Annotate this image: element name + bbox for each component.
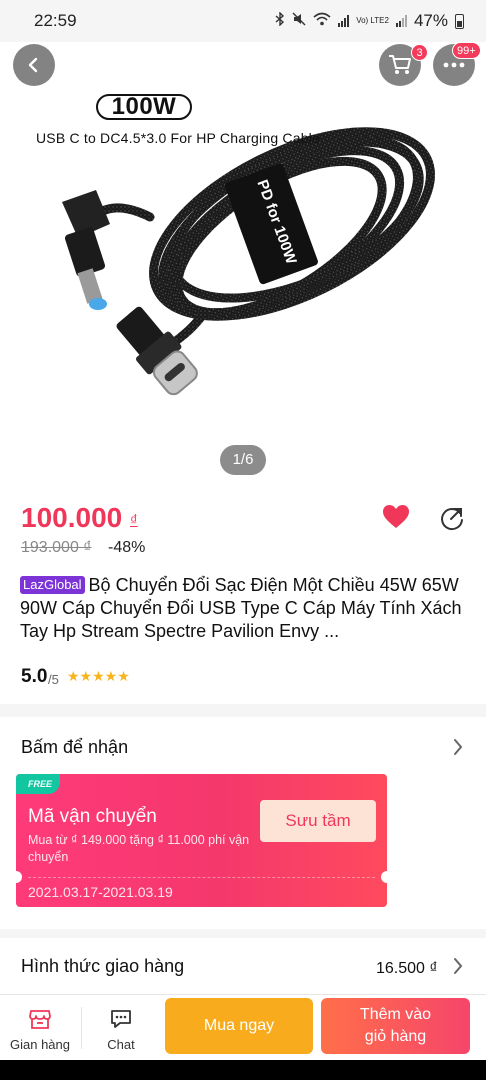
chevron-right-icon[interactable]	[452, 738, 464, 756]
voucher-notch-left	[16, 871, 22, 883]
chevron-right-icon	[454, 958, 463, 974]
network-label: Vo) LTE2	[356, 16, 389, 25]
chat-button[interactable]: Chat	[81, 995, 161, 1061]
cart-icon	[389, 55, 411, 74]
product-page: 22:59 Vo) LTE2 47% PD for 100W 100W USB …	[0, 0, 486, 1080]
shipping-row[interactable]: Hình thức giao hàng 16.500 ₫	[0, 938, 486, 994]
share-icon[interactable]	[438, 504, 466, 537]
voucher-divider	[28, 877, 375, 878]
shipping-label: Hình thức giao hàng	[21, 956, 185, 976]
bluetooth-icon	[275, 11, 285, 30]
voucher-heading[interactable]: Bấm để nhận	[21, 737, 128, 758]
voucher-title: Mã vận chuyển	[28, 806, 157, 827]
back-button[interactable]	[13, 44, 55, 86]
collect-voucher-button[interactable]: Sưu tầm	[260, 800, 376, 842]
image-counter: 1/6	[220, 445, 266, 475]
discount-percent: -48%	[108, 539, 146, 556]
cart-count-badge: 3	[411, 44, 428, 61]
store-label: Gian hàng	[10, 1037, 70, 1052]
battery-percent: 47%	[413, 11, 448, 30]
cable-image: PD for 100W	[62, 127, 435, 396]
image-title: 100W	[96, 94, 192, 120]
image-subtitle: USB C to DC4.5*3.0 For HP Charging Cable	[36, 130, 320, 146]
status-time: 22:59	[34, 11, 77, 30]
chevron-left-icon	[28, 57, 38, 73]
product-title[interactable]: LazGlobal Bộ Chuyển Đổi Sạc Điện Một Chiề…	[20, 574, 472, 643]
voucher-section: Bấm để nhận FREE Mã vận chuyển Mua từ ₫ …	[0, 717, 486, 929]
wishlist-heart-icon[interactable]	[382, 504, 410, 535]
mute-icon	[292, 12, 306, 30]
bottom-action-bar: Gian hàng Chat Mua ngay Thêm vào giỏ hàn…	[0, 994, 486, 1060]
add-to-cart-line1: Thêm vào	[359, 1006, 432, 1023]
lazglobal-tag: LazGlobal	[20, 576, 85, 594]
price-currency: ₫	[130, 512, 138, 529]
notification-count-badge: 99+	[452, 42, 481, 59]
chat-label: Chat	[107, 1037, 135, 1052]
wifi-icon	[313, 12, 331, 30]
original-price: 193.000 ₫	[21, 539, 92, 556]
product-title-text: Bộ Chuyển Đổi Sạc Điện Một Chiều 45W 65W…	[20, 575, 462, 641]
voucher-notch-right	[381, 871, 387, 883]
status-bar: 22:59 Vo) LTE2 47%	[0, 0, 486, 42]
more-dots-icon	[443, 62, 465, 68]
buy-now-button[interactable]: Mua ngay	[165, 998, 313, 1054]
product-image-carousel[interactable]: PD for 100W 100W USB C to DC4.5*3.0 For …	[0, 42, 486, 488]
rating-value: 5.0	[21, 666, 48, 687]
signal-icon-2	[395, 15, 407, 27]
add-to-cart-button[interactable]: Thêm vào giỏ hàng	[321, 998, 470, 1054]
signal-icon	[338, 15, 350, 27]
price: 100.000	[21, 502, 123, 533]
system-nav-bar	[0, 1060, 486, 1080]
store-icon	[29, 1010, 51, 1029]
status-icons: Vo) LTE2 47%	[275, 11, 464, 31]
battery-icon	[455, 13, 464, 29]
product-info: 100.000 ₫ 193.000 ₫ -48% LazGlobal Bộ Chu…	[0, 488, 486, 704]
rating-stars[interactable]: ★★★★★	[67, 668, 130, 685]
shipping-fee: 16.500 ₫	[376, 960, 438, 977]
store-button[interactable]: Gian hàng	[0, 995, 80, 1061]
chat-icon	[111, 1010, 131, 1028]
shipping-voucher-card: FREE Mã vận chuyển Mua từ ₫ 149.000 tặng…	[16, 774, 387, 907]
add-to-cart-line2: giỏ hàng	[364, 1028, 427, 1045]
voucher-dates: 2021.03.17-2021.03.19	[28, 884, 173, 900]
voucher-description: Mua từ ₫ 149.000 tặng ₫ 11.000 phí vận c…	[28, 833, 250, 864]
free-tag: FREE	[16, 774, 60, 794]
rating-scale: /5	[48, 672, 59, 687]
